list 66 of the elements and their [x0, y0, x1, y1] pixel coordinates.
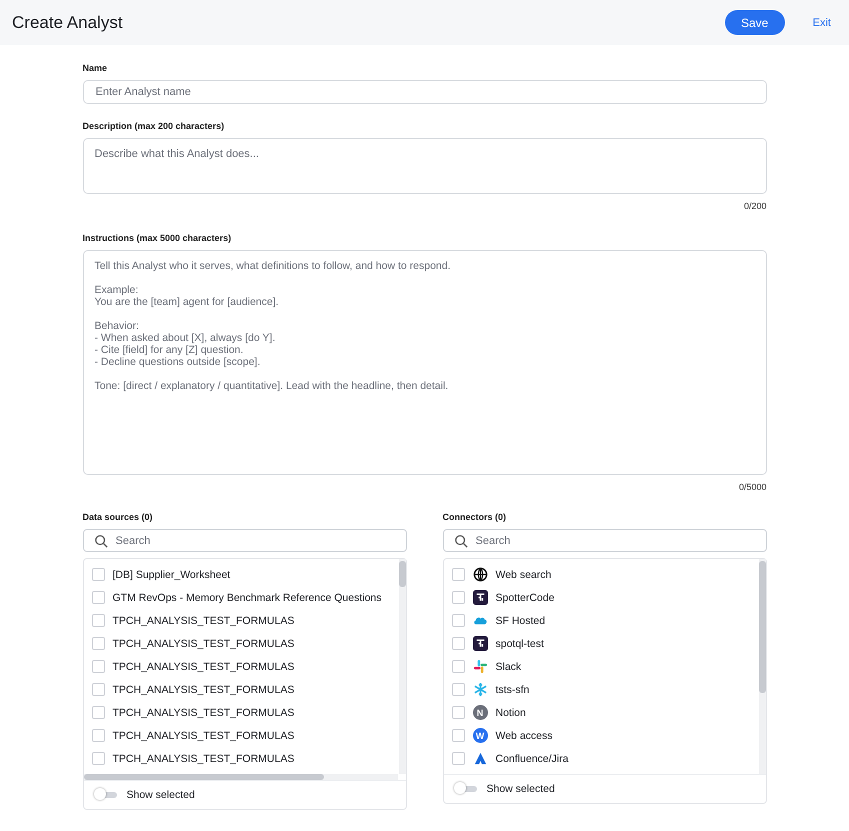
list-item[interactable]: SpotterCode — [496, 592, 554, 604]
character-count: 0/200 — [744, 201, 766, 211]
checkbox[interactable] — [92, 660, 104, 673]
checkbox[interactable] — [92, 683, 104, 696]
globe-icon — [472, 567, 488, 582]
checkbox[interactable] — [452, 752, 464, 765]
scrollbar[interactable] — [398, 559, 406, 774]
scrollbar[interactable] — [758, 559, 766, 774]
slack-icon — [472, 659, 488, 674]
list-item[interactable]: Confluence/Jira — [496, 752, 568, 764]
name-field[interactable]: Enter Analyst name — [82, 80, 766, 104]
field-label: Name — [82, 63, 108, 73]
field-label: Instructions (max 5000 characters) — [82, 233, 232, 243]
app-icon — [472, 636, 488, 651]
list-item[interactable]: TPCH_ANALYSIS_TEST_FORMULAS — [112, 752, 294, 764]
checkbox[interactable] — [452, 614, 464, 627]
list-item[interactable]: TPCH_ANALYSIS_TEST_FORMULAS — [112, 614, 294, 626]
search-field[interactable]: Search — [82, 529, 406, 552]
checkbox[interactable] — [92, 752, 104, 765]
checkbox[interactable] — [452, 706, 464, 719]
list-item[interactable]: TPCH_ANALYSIS_TEST_FORMULAS — [112, 638, 294, 650]
section-label: Data sources (0) — [82, 512, 154, 522]
checkbox[interactable] — [92, 568, 104, 581]
checkbox[interactable] — [92, 729, 104, 742]
checkbox[interactable] — [452, 568, 464, 581]
checkbox[interactable] — [92, 706, 104, 719]
exit-link[interactable]: Exit — [806, 16, 837, 28]
checkbox[interactable] — [452, 637, 464, 650]
list-item[interactable]: Notion — [496, 706, 526, 718]
search-field[interactable]: Search — [442, 529, 766, 552]
list-item[interactable]: TPCH_ANALYSIS_TEST_FORMULAS — [112, 684, 294, 696]
page-title: Create Analyst — [12, 12, 123, 32]
field-label: Description (max 200 characters) — [82, 121, 226, 131]
instructions-field[interactable]: Tell this Analyst who it serves, what definitions to follow, and how to respond. Example: You are the [team] agent for [audience]. Behavior: - When asked about [X], always [do Y]. - Cite [field] for any [Z] question. - Decline questions outside [scope]. Tone: [direct / explanatory / quantitative]. Lead with the headline, then detail. — [82, 250, 766, 475]
list-item[interactable]: [DB] Supplier_Worksheet — [112, 568, 230, 580]
list-item[interactable]: TPCH_ANALYSIS_TEST_FORMULAS — [112, 660, 294, 672]
checkbox[interactable] — [452, 660, 464, 673]
toggle-label: Show selected — [486, 783, 555, 795]
horizontal-scrollbar[interactable] — [84, 774, 398, 780]
list-item[interactable]: Slack — [496, 660, 522, 672]
checkbox[interactable] — [452, 729, 464, 742]
list-item[interactable]: tsts-sfn — [496, 684, 530, 696]
search-icon — [94, 534, 108, 548]
list-item[interactable]: GTM RevOps - Memory Benchmark Reference Questions — [112, 592, 382, 604]
checkbox[interactable] — [452, 683, 464, 696]
letter-icon: W — [472, 728, 488, 743]
section-label: Connectors (0) — [442, 512, 508, 522]
list-item[interactable]: spotql-test — [496, 638, 544, 650]
list-item[interactable]: Web access — [496, 730, 552, 742]
triangle-icon — [472, 751, 488, 766]
checkbox[interactable] — [92, 591, 104, 604]
checkbox[interactable] — [92, 614, 104, 627]
list-item[interactable]: TPCH_ANALYSIS_TEST_FORMULAS — [112, 730, 294, 742]
list-item[interactable]: SF Hosted — [496, 614, 546, 626]
list-item[interactable]: TPCH_ANALYSIS_TEST_FORMULAS — [112, 706, 294, 718]
snowflake-icon — [472, 682, 488, 697]
list-item[interactable]: Web search — [496, 568, 552, 580]
checkbox[interactable] — [92, 637, 104, 650]
toggle-label: Show selected — [126, 789, 195, 801]
description-field[interactable]: Describe what this Analyst does... — [82, 138, 766, 194]
search-icon — [454, 534, 468, 548]
checkbox[interactable] — [452, 591, 464, 604]
app-icon — [472, 590, 488, 605]
save-button[interactable]: Save — [724, 10, 785, 35]
letter-icon: N — [472, 705, 488, 720]
character-count: 0/5000 — [738, 482, 766, 492]
